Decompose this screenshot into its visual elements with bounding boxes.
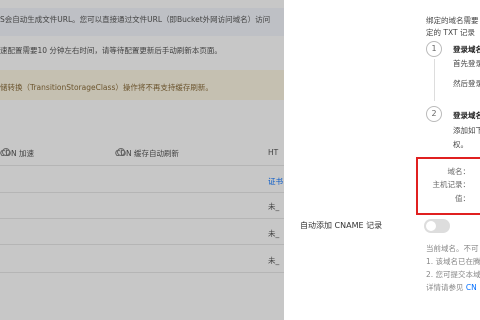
record-host-label: 主机记录：: [432, 180, 471, 189]
note-line-2: 1. 该域名已在腾: [426, 257, 480, 266]
auto-cname-label: 自动添加 CNAME 记录: [300, 221, 383, 230]
note-line-3: 2. 您可提交本域: [426, 270, 480, 279]
step-2-line-1: 添加如下: [453, 126, 480, 135]
step-2-title: 登录域名: [453, 111, 480, 120]
step-1-line-1: 首先登录: [453, 59, 480, 68]
step-1-line-2: 然后登录: [453, 79, 480, 88]
record-domain-label: 域名：: [447, 167, 471, 176]
toggle-knob: [426, 221, 436, 231]
note-line-4: 详情请参见 CN: [426, 283, 477, 292]
intro-line-1: 绑定的域名需要: [426, 16, 479, 25]
overlay-mask[interactable]: [0, 0, 284, 320]
step-2-line-2: 权。: [453, 140, 468, 149]
step-2-number: 2: [426, 106, 442, 122]
note-line-1: 当前域名。不可: [426, 244, 479, 253]
docs-link[interactable]: CN: [466, 283, 477, 292]
step-1-title: 登录域名: [453, 45, 480, 54]
step-connector: [434, 59, 435, 101]
step-1-number: 1: [426, 41, 442, 57]
record-value-label: 值：: [455, 194, 470, 203]
intro-line-2: 定的 TXT 记录: [426, 28, 475, 37]
auto-cname-toggle[interactable]: [424, 219, 450, 233]
